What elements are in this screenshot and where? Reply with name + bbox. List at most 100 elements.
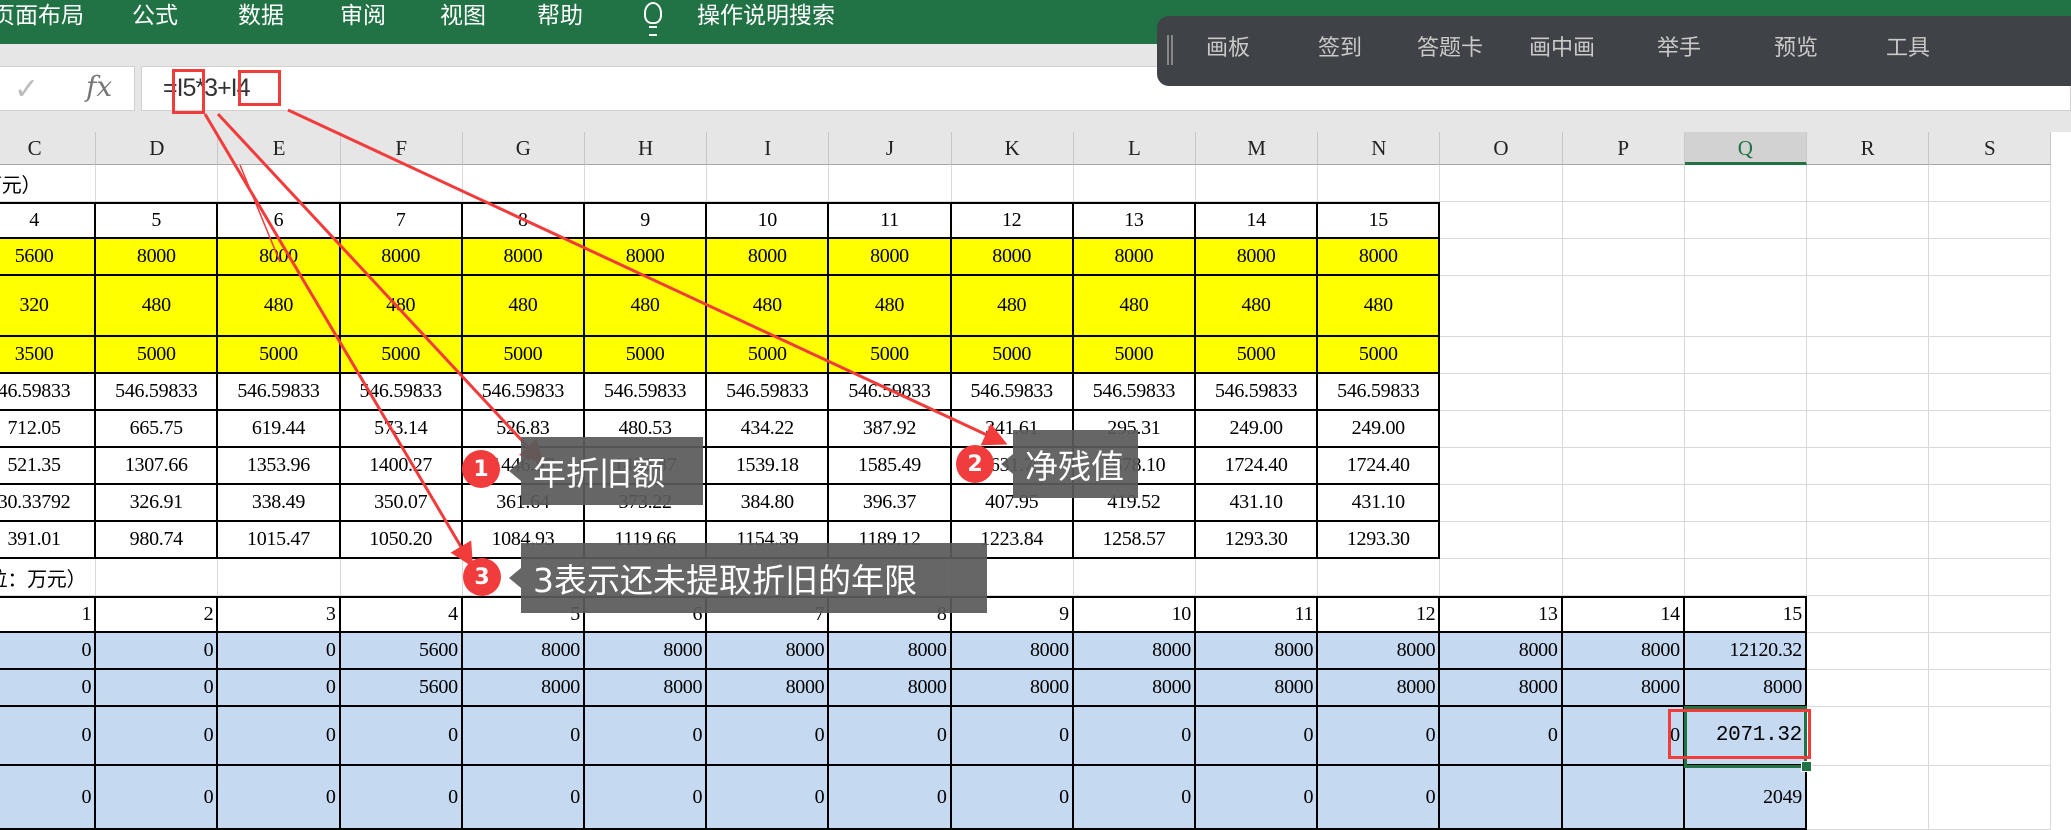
cell-c-row[interactable]: 万元） [0,165,97,202]
cell-p-row[interactable] [1562,239,1685,276]
toolbar-item-sign-in[interactable]: 签到 [1318,30,1362,62]
cell-n-row[interactable]: 546.59833 [1318,374,1441,411]
cell-m-row[interactable]: 8000 [1196,670,1319,707]
cell-n-row[interactable] [1318,559,1441,596]
cell-j-row[interactable]: 5000 [829,337,952,374]
cell-s-row[interactable] [1929,374,2052,411]
column-header-c[interactable]: C [0,132,97,165]
toolbar-item-raise-hand[interactable]: 举手 [1657,30,1701,62]
cell-c-row[interactable]: 46.59833 [0,374,97,411]
cell-p-row[interactable] [1562,559,1685,596]
cell-g-row[interactable]: 0 [462,707,585,766]
cell-j-row[interactable]: 0 [829,707,952,766]
cell-g-row[interactable]: 8000 [462,633,585,670]
cell-r-row[interactable] [1807,485,1930,522]
cell-o-row[interactable]: 0 [1440,707,1563,766]
insert-function-button[interactable]: fx [86,70,112,103]
cell-r-row[interactable] [1807,670,1930,707]
cell-d-row[interactable]: 665.75 [96,411,219,448]
cell-h-row[interactable] [585,165,708,202]
cell-i-row[interactable]: 8000 [707,239,830,276]
cell-f-row[interactable]: 573.14 [340,411,463,448]
column-header-h[interactable]: H [585,132,708,165]
cell-c-row[interactable]: 单位：万元） [0,559,97,596]
cell-i-row[interactable]: 8000 [707,670,830,707]
cell-p-row[interactable] [1562,374,1685,411]
cell-m-row[interactable]: 8000 [1196,239,1319,276]
cell-k-row[interactable]: 0 [951,766,1074,830]
cell-g-row[interactable] [462,165,585,202]
cell-c-row[interactable]: 0 [0,707,97,766]
cell-l-row[interactable] [1073,559,1196,596]
tab-page-layout[interactable]: 页面布局 [0,0,84,36]
cell-p-row[interactable] [1562,411,1685,448]
cell-m-row[interactable]: 1293.30 [1196,522,1319,559]
cell-k-row[interactable]: 8000 [951,633,1074,670]
cell-p-row[interactable]: 14 [1562,596,1685,633]
cell-n-row[interactable]: 0 [1318,766,1441,830]
cell-r-row[interactable] [1807,522,1930,559]
cell-r-row[interactable] [1807,202,1930,239]
cell-s-row[interactable] [1929,596,2052,633]
cell-h-row[interactable]: 480 [585,276,708,337]
cell-p-row[interactable] [1562,276,1685,337]
cell-q-row[interactable] [1684,559,1807,596]
cell-s-row[interactable] [1929,670,2052,707]
cell-k-row[interactable]: 12 [951,202,1074,239]
cell-c-row[interactable]: 4 [0,202,97,239]
toolbar-item-whiteboard[interactable]: 画板 [1206,30,1250,62]
cell-m-row[interactable]: 431.10 [1196,485,1319,522]
cell-n-row[interactable] [1318,165,1441,202]
cell-f-row[interactable]: 5000 [340,337,463,374]
cell-j-row[interactable]: 546.59833 [829,374,952,411]
column-header-i[interactable]: I [707,132,830,165]
cell-r-row[interactable] [1807,374,1930,411]
cell-k-row[interactable]: 546.59833 [951,374,1074,411]
cell-e-row[interactable]: 0 [218,670,341,707]
cell-l-row[interactable]: 10 [1073,596,1196,633]
column-header-s[interactable]: S [1929,132,2052,165]
cell-g-row[interactable]: 546.59833 [462,374,585,411]
cell-p-row[interactable] [1562,337,1685,374]
cell-l-row[interactable]: 1258.57 [1073,522,1196,559]
toolbar-item-preview[interactable]: 预览 [1774,30,1818,62]
cell-m-row[interactable]: 249.00 [1196,411,1319,448]
cell-p-row[interactable] [1562,485,1685,522]
cell-i-row[interactable]: 0 [707,707,830,766]
cell-i-row[interactable]: 5000 [707,337,830,374]
cell-h-row[interactable]: 5000 [585,337,708,374]
cell-c-row[interactable]: 30.33792 [0,485,97,522]
cell-o-row[interactable] [1440,766,1563,830]
cell-q-row[interactable] [1684,276,1807,337]
cell-p-row[interactable]: 8000 [1562,670,1685,707]
cell-l-row[interactable]: 0 [1073,707,1196,766]
cell-c-row[interactable]: 391.01 [0,522,97,559]
cell-n-row[interactable]: 8000 [1318,670,1441,707]
cell-n-row[interactable]: 480 [1318,276,1441,337]
tab-view[interactable]: 视图 [440,0,486,36]
cell-o-row[interactable] [1440,448,1563,485]
cell-q-row[interactable] [1684,337,1807,374]
cell-p-row[interactable]: 0 [1562,707,1685,766]
cell-e-row[interactable]: 0 [218,633,341,670]
cell-n-row[interactable]: 5000 [1318,337,1441,374]
cell-l-row[interactable]: 8000 [1073,633,1196,670]
cell-o-row[interactable] [1440,202,1563,239]
cell-r-row[interactable] [1807,448,1930,485]
cell-f-row[interactable]: 1050.20 [340,522,463,559]
cell-s-row[interactable] [1929,411,2052,448]
column-header-k[interactable]: K [951,132,1074,165]
cell-c-row[interactable]: 3500 [0,337,97,374]
column-header-d[interactable]: D [96,132,219,165]
cell-i-row[interactable]: 1539.18 [707,448,830,485]
cell-d-row[interactable]: 480 [96,276,219,337]
cell-e-row[interactable]: 3 [218,596,341,633]
cell-f-row[interactable]: 350.07 [340,485,463,522]
cell-i-row[interactable]: 546.59833 [707,374,830,411]
cell-d-row[interactable]: 2 [96,596,219,633]
cell-d-row[interactable]: 5 [96,202,219,239]
cell-e-row[interactable]: 619.44 [218,411,341,448]
cell-m-row[interactable]: 546.59833 [1196,374,1319,411]
cell-q-row[interactable]: 8000 [1684,670,1807,707]
cell-q-row[interactable] [1684,202,1807,239]
